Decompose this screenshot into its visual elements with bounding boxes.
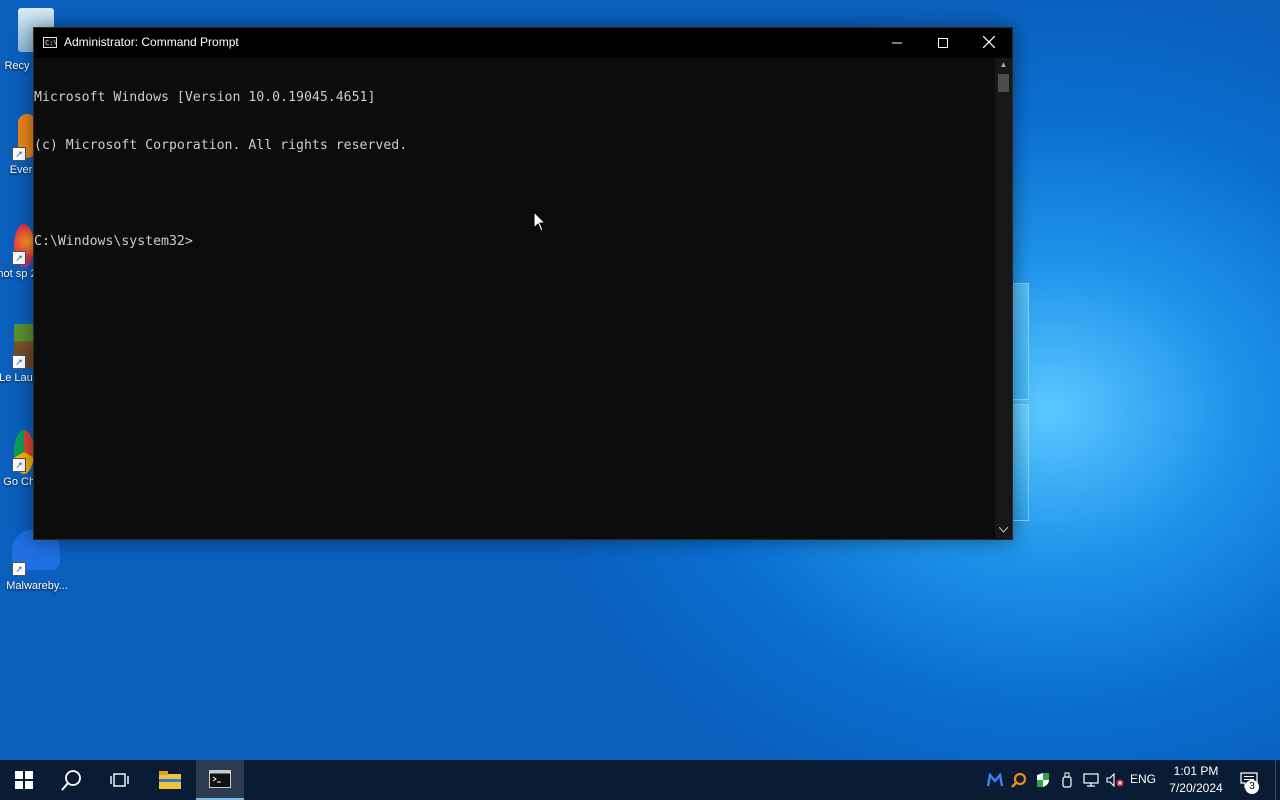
scroll-down-arrow-icon[interactable] (995, 524, 1012, 538)
tray-malwarebytes-icon[interactable] (984, 760, 1006, 800)
shortcut-arrow-icon: ↗ (12, 458, 26, 472)
maximize-icon (938, 38, 948, 48)
file-explorer-icon (159, 771, 181, 789)
vertical-scrollbar[interactable]: ▲ (995, 58, 1012, 538)
search-icon (61, 770, 81, 791)
tray-volume-muted-icon[interactable] (1104, 760, 1126, 800)
mouse-pointer-icon (533, 211, 547, 232)
start-button[interactable] (0, 760, 48, 800)
close-icon (982, 35, 996, 49)
window-title: Administrator: Command Prompt (64, 35, 239, 49)
maximize-button[interactable] (920, 28, 966, 58)
file-explorer-taskbar-button[interactable] (146, 760, 194, 800)
task-view-icon (110, 773, 129, 787)
shortcut-arrow-icon: ↗ (12, 147, 26, 161)
shortcut-arrow-icon: ↗ (12, 562, 26, 576)
show-desktop-button[interactable] (1275, 760, 1280, 800)
tray-security-shield-icon[interactable] (1032, 760, 1054, 800)
close-button[interactable] (966, 28, 1012, 58)
console-line: (c) Microsoft Corporation. All rights re… (34, 138, 408, 153)
tray-usb-eject-icon[interactable] (1056, 760, 1078, 800)
command-prompt-window[interactable]: C:\ Administrator: Command Prompt Micros… (33, 27, 1013, 540)
scroll-thumb[interactable] (998, 74, 1009, 92)
console-line: Microsoft Windows [Version 10.0.19045.46… (34, 90, 376, 105)
console-output[interactable]: Microsoft Windows [Version 10.0.19045.46… (34, 58, 994, 537)
clock-date: 7/20/2024 (1169, 781, 1223, 795)
shortcut-arrow-icon: ↗ (12, 251, 26, 265)
console-prompt: C:\Windows\system32> (34, 234, 193, 249)
notification-count-badge: 3 (1245, 780, 1259, 794)
shortcut-arrow-icon: ↗ (12, 355, 26, 369)
windows-start-icon (15, 771, 33, 789)
minimize-icon (892, 42, 902, 44)
tray-network-icon[interactable] (1080, 760, 1102, 800)
command-prompt-icon (209, 770, 231, 788)
tray-everything-search-icon[interactable] (1008, 760, 1030, 800)
clock-time: 1:01 PM (1173, 764, 1219, 778)
window-titlebar[interactable]: C:\ Administrator: Command Prompt (34, 28, 1012, 58)
command-prompt-taskbar-button[interactable] (196, 760, 244, 800)
taskbar-clock[interactable]: 1:01 PM 7/20/2024 (1160, 763, 1232, 797)
scroll-up-arrow-icon[interactable]: ▲ (995, 58, 1012, 72)
search-button[interactable] (48, 760, 96, 800)
desktop-icon-label: Malwareby... (6, 580, 68, 592)
input-language-indicator[interactable]: ENG (1130, 772, 1156, 786)
command-prompt-icon: C:\ (43, 37, 58, 48)
chevron-down-icon (998, 526, 1009, 533)
task-view-button[interactable] (96, 760, 144, 800)
taskbar: ENG 1:01 PM 7/20/2024 (0, 760, 1280, 800)
minimize-button[interactable] (874, 28, 920, 58)
